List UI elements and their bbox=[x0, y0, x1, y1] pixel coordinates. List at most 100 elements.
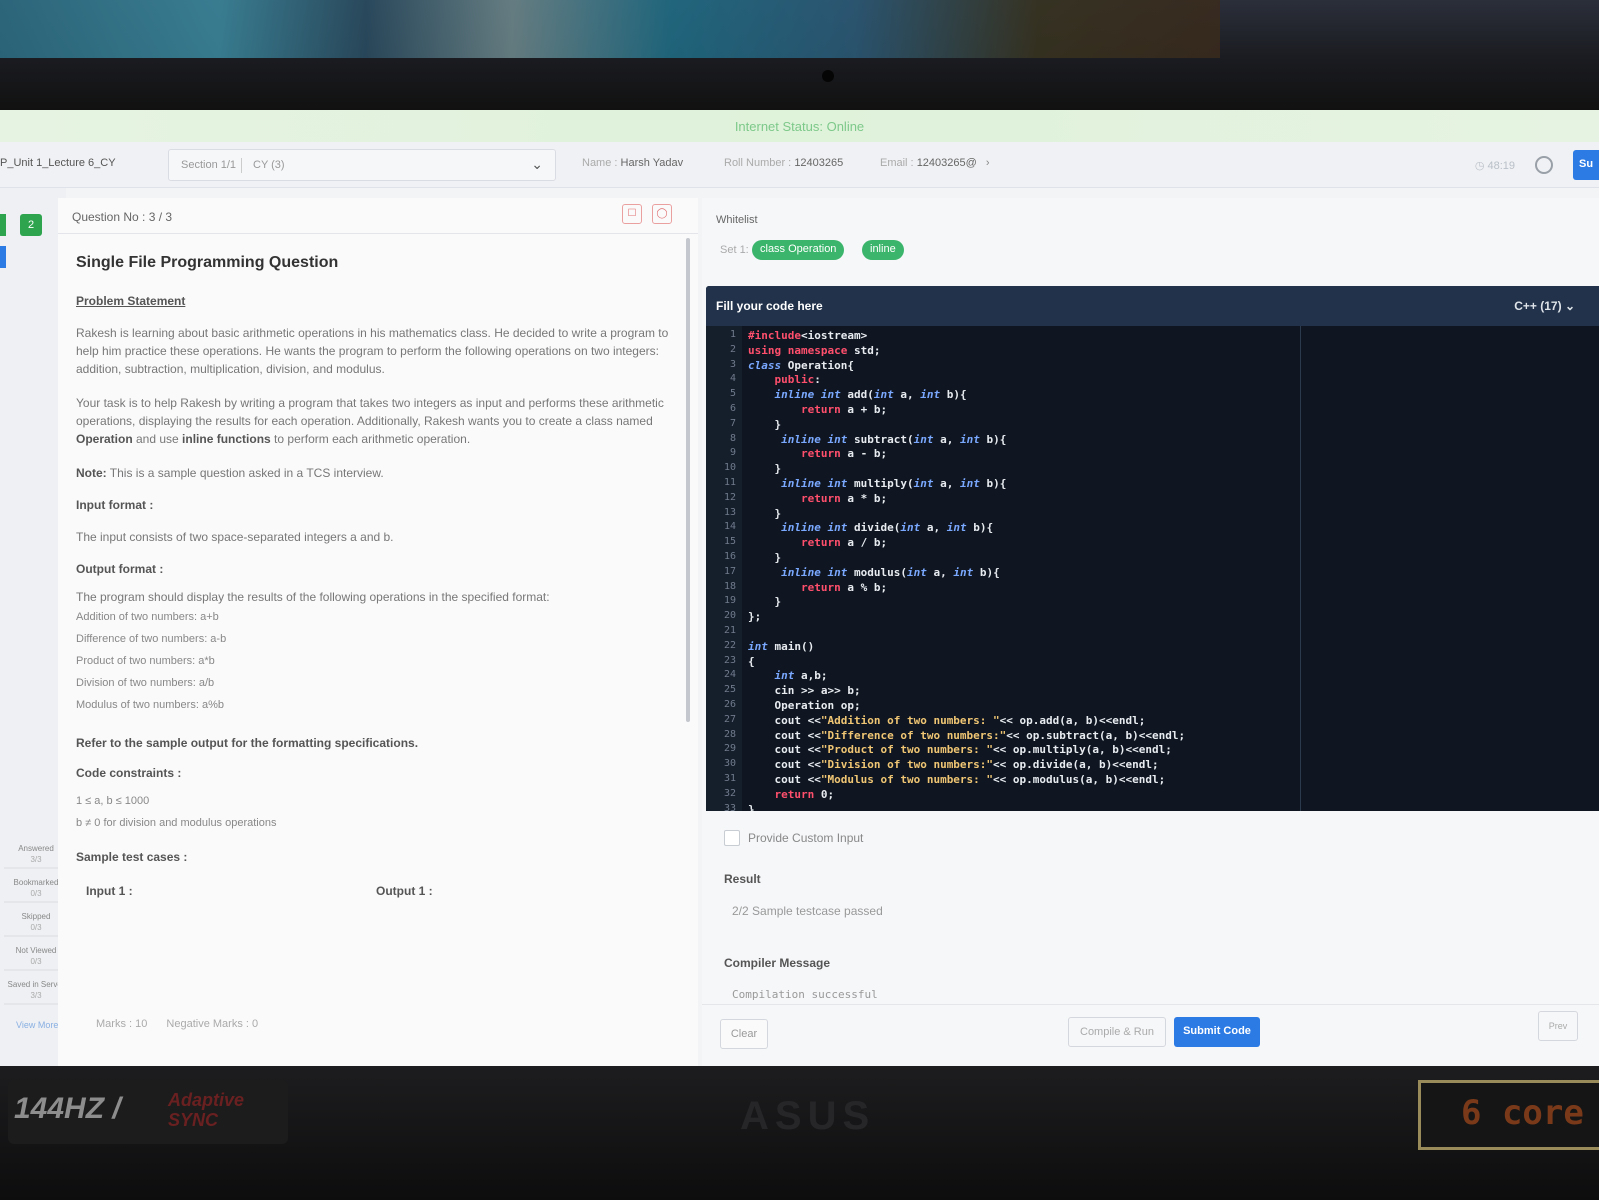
answered-marker bbox=[0, 214, 6, 236]
language-select[interactable]: C++ (17) ⌄ bbox=[1514, 299, 1575, 313]
custom-input-checkbox[interactable] bbox=[724, 830, 740, 846]
line-number: 26 bbox=[723, 699, 736, 710]
code-line: return a * b; bbox=[800, 491, 888, 505]
roll-value: 12403265 bbox=[794, 157, 844, 169]
marks-footer: Marks : 10 Negative Marks : 0 bbox=[96, 1018, 274, 1030]
code-line: cin >> a>> b; bbox=[748, 684, 861, 698]
input-format-heading: Input format : bbox=[76, 498, 154, 512]
legend-label: Not Viewed bbox=[15, 946, 57, 955]
marks: Marks : 10 bbox=[96, 1018, 148, 1030]
code-line: Operation op; bbox=[748, 699, 861, 712]
result-heading: Result bbox=[724, 872, 761, 886]
whitelist-label: Whitelist bbox=[716, 214, 758, 226]
line-number: 10 bbox=[723, 462, 736, 474]
top-right-controls: ◷ 48:19 Su bbox=[1475, 150, 1599, 180]
code-line: return a + b; bbox=[800, 403, 888, 416]
code-line: inline int divide(int a, int b){ bbox=[781, 521, 994, 535]
output-line: Division of two numbers: a/b bbox=[76, 677, 215, 689]
top-bar: P_Unit 1_Lecture 6_CY Section 1/1 CY (3)… bbox=[0, 142, 1599, 188]
input-format-text: The input consists of two space-separate… bbox=[76, 530, 394, 544]
code-editor[interactable]: Fill your code here C++ (17) ⌄ 123456789… bbox=[706, 286, 1599, 811]
section-value: CY (3) bbox=[253, 159, 285, 171]
line-number: 5 bbox=[729, 388, 736, 400]
code-line: } bbox=[748, 551, 782, 564]
code-line: cout <<"Division of two numbers:"<< op.d… bbox=[748, 758, 1159, 772]
para2-inline-functions: inline functions bbox=[182, 432, 271, 446]
output-format-heading: Output format : bbox=[76, 562, 164, 576]
section-divider bbox=[241, 158, 242, 173]
code-line: class Operation{ bbox=[748, 358, 854, 372]
line-number: 20 bbox=[723, 610, 736, 622]
roll-number: Roll Number : 12403265 bbox=[724, 157, 843, 169]
question-header: Question No : 3 / 3 ☐ ◯ bbox=[58, 198, 698, 234]
question-title: Single File Programming Question bbox=[76, 254, 339, 271]
line-number: 33 bbox=[723, 802, 736, 811]
question-navigator: 2 Answered 3/3 Bookmarked 0/3 Skipped 0/… bbox=[0, 188, 68, 1066]
chevron-down-icon: ⌄ bbox=[531, 156, 543, 172]
internet-status-bar: Internet Status: Online bbox=[0, 110, 1599, 142]
line-number: 2 bbox=[729, 343, 736, 355]
editor-header: Fill your code here C++ (17) ⌄ bbox=[706, 286, 1599, 326]
code-line: inline int subtract(int a, int b){ bbox=[781, 432, 1007, 446]
legend-label: Saved in Server bbox=[7, 980, 65, 989]
email: Email : 12403265@ › bbox=[880, 157, 990, 169]
name-label: Name : bbox=[582, 157, 618, 169]
email-label: Email : bbox=[880, 157, 914, 169]
line-number: 6 bbox=[729, 403, 736, 414]
compile-run-button[interactable]: Compile & Run bbox=[1068, 1017, 1166, 1047]
chevron-down-icon: ⌄ bbox=[1564, 299, 1575, 313]
line-number: 24 bbox=[723, 669, 736, 681]
code-area[interactable]: 1 2 3 4 5 6 7 8 9 10 11 12 13 14 15 16 17 18 19 20 21 22 23 24 2… bbox=[706, 326, 1599, 811]
clear-button[interactable]: Clear bbox=[720, 1019, 768, 1049]
para2-text-a: Your task is to help Rakesh by writing a… bbox=[76, 396, 664, 428]
line-number: 3 bbox=[729, 358, 736, 370]
line-number: 14 bbox=[723, 521, 736, 533]
code-line: cout <<"Modulus of two numbers: "<< op.m… bbox=[748, 773, 1166, 786]
output-line: Addition of two numbers: a+b bbox=[76, 611, 219, 623]
settings-icon[interactable] bbox=[1535, 156, 1553, 174]
line-number: 22 bbox=[723, 639, 736, 651]
brand-logo: ASUS bbox=[740, 1094, 876, 1138]
code-line: }; bbox=[748, 610, 762, 624]
line-number: 32 bbox=[723, 787, 736, 799]
question-scrollbar[interactable] bbox=[686, 238, 690, 722]
line-number: 11 bbox=[723, 477, 736, 488]
question-number-button[interactable]: 2 bbox=[20, 214, 42, 236]
custom-input-toggle[interactable]: Provide Custom Input bbox=[724, 830, 863, 846]
output-line: Modulus of two numbers: a%b bbox=[76, 699, 224, 711]
compiler-message: Compilation successful bbox=[732, 988, 878, 1001]
code-line: inline int add(int a, int b){ bbox=[774, 388, 967, 402]
bookmark-icon[interactable]: ☐ bbox=[622, 204, 642, 224]
output-format-text: The program should display the results o… bbox=[76, 590, 550, 604]
code-line: } bbox=[748, 595, 782, 609]
action-bar: Clear Compile & Run Submit Code Prev bbox=[702, 1004, 1599, 1066]
background-fabric bbox=[0, 0, 1220, 58]
email-value: 12403265@ bbox=[916, 157, 977, 169]
sample-test-cases-heading: Sample test cases : bbox=[76, 850, 188, 864]
breadcrumb: P_Unit 1_Lecture 6_CY bbox=[0, 157, 116, 169]
chevron-right-icon[interactable]: › bbox=[986, 157, 990, 169]
para2-class-name: Operation bbox=[76, 432, 133, 446]
output-line: Product of two numbers: a*b bbox=[76, 655, 215, 667]
line-gutter: 1 2 3 4 5 6 7 8 9 10 11 12 13 14 15 16 17 18 19 20 21 22 23 24 2… bbox=[706, 326, 742, 811]
question-number: Question No : 3 / 3 bbox=[72, 210, 173, 224]
legend-label: Answered bbox=[18, 844, 54, 853]
view-more-link[interactable]: View More bbox=[16, 1020, 58, 1030]
problem-paragraph-1: Rakesh is learning about basic arithmeti… bbox=[76, 326, 669, 376]
prev-button[interactable]: Prev bbox=[1538, 1011, 1578, 1041]
line-number: 27 bbox=[723, 713, 736, 725]
line-number: 8 bbox=[729, 432, 736, 444]
submit-code-button[interactable]: Submit Code bbox=[1174, 1017, 1260, 1047]
refresh-rate-sticker: 144HZ / Adaptive SYNC bbox=[8, 1080, 288, 1144]
background-photo bbox=[0, 0, 1599, 110]
set-label: Set 1: bbox=[720, 244, 749, 256]
submit-test-button[interactable]: Su bbox=[1573, 150, 1599, 180]
report-icon[interactable]: ◯ bbox=[652, 204, 672, 224]
line-number: 25 bbox=[723, 684, 736, 696]
code-line: } bbox=[748, 506, 782, 520]
input-1-label: Input 1 : bbox=[86, 884, 133, 898]
output-1-label: Output 1 : bbox=[376, 884, 433, 898]
section-dropdown[interactable]: Section 1/1 CY (3) ⌄ bbox=[168, 149, 556, 181]
code-line: cout <<"Difference of two numbers:"<< op… bbox=[748, 728, 1186, 742]
para2-text-c: and use bbox=[132, 432, 183, 446]
